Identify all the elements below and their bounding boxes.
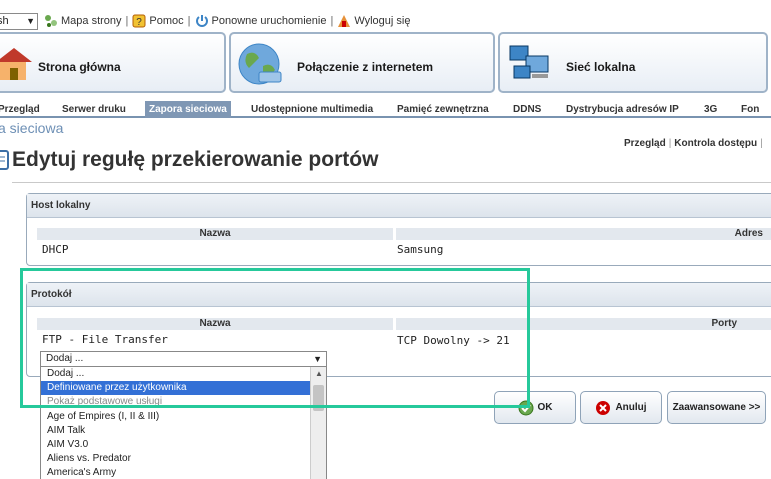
logout-icon bbox=[338, 15, 351, 27]
protocol-options-list: Dodaj ... Definiowane przez użytkownika … bbox=[40, 366, 327, 479]
protocol-ports-column-header: Porty bbox=[396, 318, 771, 330]
protocol-name-column-header: Nazwa bbox=[37, 318, 393, 330]
option-americas-army[interactable]: America's Army bbox=[41, 466, 311, 479]
advanced-button[interactable]: Zaawansowane >> bbox=[667, 391, 766, 424]
chevron-down-icon: ▼ bbox=[26, 16, 35, 26]
help-link[interactable]: ? Pomoc bbox=[132, 14, 184, 28]
language-select[interactable]: sh ▼ bbox=[0, 13, 38, 30]
logout-label: Wyloguj się bbox=[354, 15, 411, 27]
nav-home-tile[interactable]: Strona główna bbox=[0, 32, 226, 93]
subnav-overview-link[interactable]: Przegląd bbox=[624, 138, 666, 149]
tab-print-server[interactable]: Serwer druku bbox=[62, 101, 126, 118]
sitemap-icon bbox=[45, 15, 57, 27]
network-icon bbox=[509, 45, 549, 79]
option-aim-v3[interactable]: AIM V3.0 bbox=[41, 438, 311, 452]
sub-navigation: Przegląd | Kontrola dostępu | bbox=[624, 138, 763, 149]
ok-check-icon bbox=[518, 400, 533, 415]
help-label: Pomoc bbox=[149, 15, 184, 27]
title-divider bbox=[12, 182, 771, 183]
tab-fon[interactable]: Fon bbox=[741, 101, 759, 118]
page-title: Edytuj regułę przekierowanie portów bbox=[12, 148, 379, 171]
protocol-ports-cell: TCP Dowolny -> 21 bbox=[397, 334, 510, 347]
scroll-up-arrow-icon[interactable]: ▲ bbox=[311, 367, 326, 381]
advanced-label: Zaawansowane >> bbox=[672, 402, 761, 413]
tab-3g[interactable]: 3G bbox=[704, 101, 717, 118]
ok-button[interactable]: OK bbox=[494, 391, 576, 424]
option-age-of-empires[interactable]: Age of Empires (I, II & III) bbox=[41, 410, 311, 424]
protocol-header: Protokół bbox=[27, 283, 771, 307]
host-address-cell: Samsung bbox=[397, 243, 444, 256]
host-name-cell: DHCP bbox=[42, 243, 69, 256]
option-add[interactable]: Dodaj ... bbox=[41, 367, 311, 381]
chevron-down-icon: ▼ bbox=[313, 354, 322, 364]
option-show-basic-services[interactable]: Pokaż podstawowe usługi bbox=[41, 395, 311, 409]
add-protocol-select[interactable]: Dodaj ... ▼ bbox=[40, 351, 327, 367]
edit-rule-icon bbox=[0, 150, 9, 170]
local-host-header: Host lokalny bbox=[27, 194, 771, 218]
home-icon bbox=[0, 48, 32, 80]
tab-overview[interactable]: Przegląd bbox=[0, 101, 40, 118]
nav-lan-label: Sieć lokalna bbox=[566, 60, 636, 74]
tab-ddns[interactable]: DDNS bbox=[513, 101, 541, 118]
tab-ip-distribution[interactable]: Dystrybucja adresów IP bbox=[566, 101, 679, 118]
nav-internet-label: Połączenie z internetem bbox=[297, 60, 434, 74]
local-host-panel: Host lokalny Nazwa Adres DHCP Samsung bbox=[26, 193, 771, 266]
top-links: Mapa strony | ? Pomoc | Ponowne uruchomi… bbox=[44, 14, 410, 28]
options-scrollbar[interactable]: ▲ bbox=[310, 367, 326, 479]
host-name-column-header: Nazwa bbox=[37, 228, 393, 240]
section-breadcrumb: a sieciowa bbox=[0, 120, 64, 136]
ok-label: OK bbox=[537, 402, 553, 413]
nav-home-label: Strona główna bbox=[38, 60, 121, 74]
host-address-column-header: Adres bbox=[396, 228, 771, 240]
logout-link[interactable]: Wyloguj się bbox=[337, 14, 410, 28]
tab-shared-media[interactable]: Udostępnione multimedia bbox=[251, 101, 373, 118]
tab-firewall[interactable]: Zapora sieciowa bbox=[145, 101, 231, 118]
cancel-x-icon bbox=[596, 400, 611, 415]
option-user-defined[interactable]: Definiowane przez użytkownika bbox=[41, 381, 311, 396]
tab-strip: Przegląd Serwer druku Zapora sieciowa Ud… bbox=[0, 101, 771, 118]
power-icon bbox=[195, 15, 208, 27]
cancel-button[interactable]: Anuluj bbox=[580, 391, 662, 424]
protocol-name-cell: FTP - File Transfer bbox=[42, 333, 168, 346]
cancel-label: Anuluj bbox=[615, 402, 647, 413]
scrollbar-thumb[interactable] bbox=[313, 385, 324, 411]
language-select-value: sh bbox=[0, 15, 9, 27]
restart-label: Ponowne uruchomienie bbox=[211, 15, 327, 27]
nav-lan-tile[interactable]: Sieć lokalna bbox=[498, 32, 768, 93]
option-aim-talk[interactable]: AIM Talk bbox=[41, 424, 311, 438]
globe-icon bbox=[238, 43, 282, 85]
subnav-access-control-link[interactable]: Kontrola dostępu bbox=[674, 138, 757, 149]
nav-internet-tile[interactable]: Połączenie z internetem bbox=[229, 32, 495, 93]
option-aliens-vs-predator[interactable]: Aliens vs. Predator bbox=[41, 452, 311, 466]
sitemap-link[interactable]: Mapa strony bbox=[44, 14, 122, 28]
tab-external-storage[interactable]: Pamięć zewnętrzna bbox=[397, 101, 489, 118]
svg-text:?: ? bbox=[137, 17, 143, 28]
sitemap-label: Mapa strony bbox=[61, 15, 122, 27]
restart-link[interactable]: Ponowne uruchomienie bbox=[195, 14, 327, 28]
help-icon: ? bbox=[132, 14, 146, 28]
add-protocol-select-value: Dodaj ... bbox=[46, 353, 84, 364]
